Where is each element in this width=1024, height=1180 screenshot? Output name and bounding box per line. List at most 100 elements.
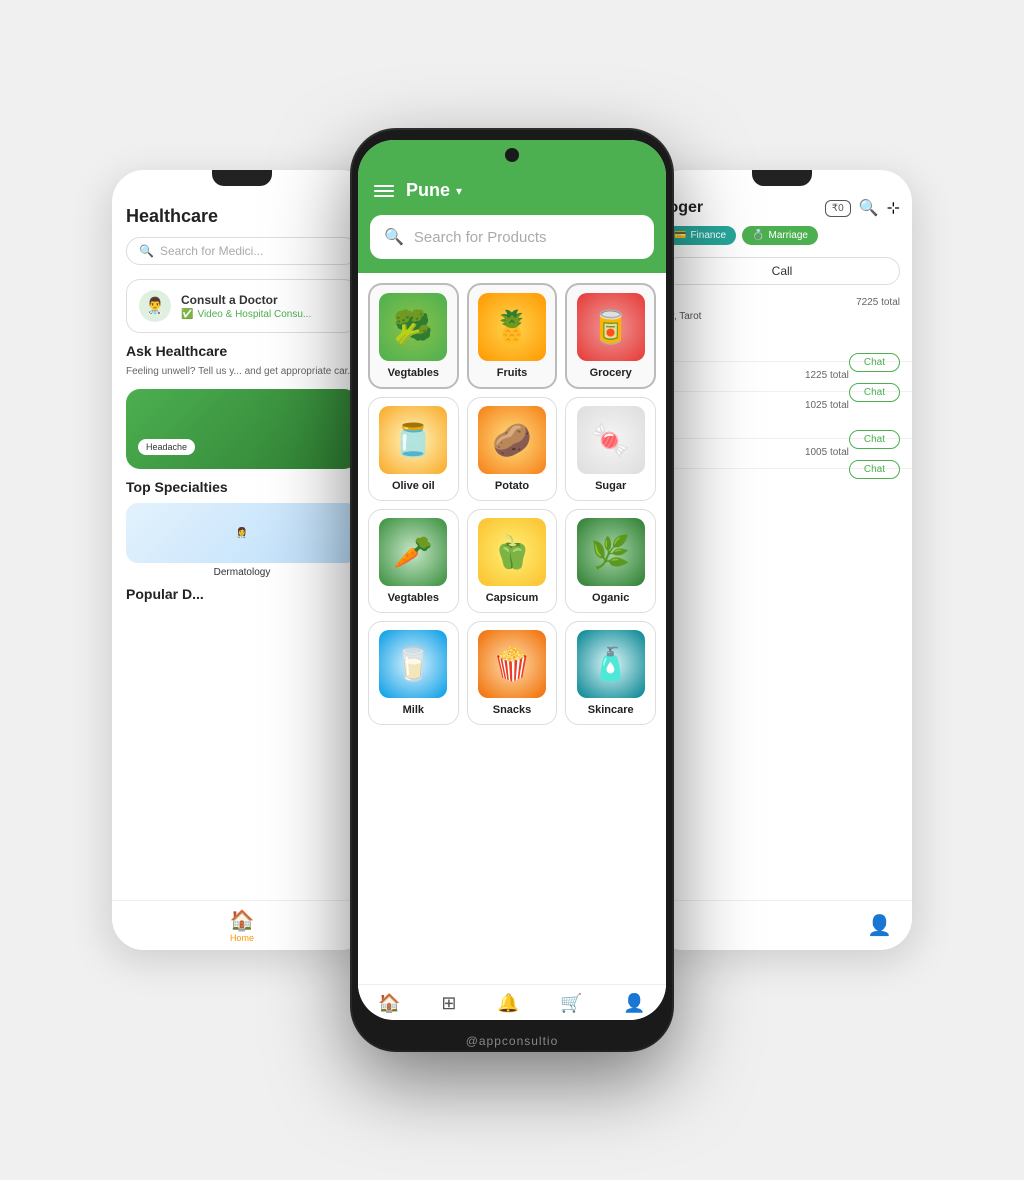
chat-btn-1[interactable]: Chat	[849, 353, 900, 372]
chat-btn-2[interactable]: Chat	[849, 383, 900, 402]
center-search-area: 🔍 Search for Products	[358, 215, 666, 273]
total-2: 1225 total	[805, 370, 849, 381]
vegetables-label: Vegtables	[388, 367, 439, 379]
fruits-image: 🍍	[478, 293, 546, 361]
product-row-1: 🥦 Vegtables 🍍 Fruits 🥫 Grocery	[368, 283, 656, 389]
home-icon: 🏠	[230, 908, 255, 933]
product-row-4: 🥛 Milk 🍿 Snacks 🧴 Skincare	[368, 621, 656, 725]
location-name: Pune	[406, 180, 450, 201]
product-card-oliveoil[interactable]: 🫙 Olive oil	[368, 397, 459, 501]
phone-left: Healthcare 🔍 Search for Medici... 👨‍⚕️ C…	[112, 170, 372, 950]
hamburger-line-1	[374, 185, 394, 187]
left-content: Healthcare 🔍 Search for Medici... 👨‍⚕️ C…	[112, 186, 372, 618]
left-notch	[212, 170, 272, 186]
organic-image: 🌿	[577, 518, 645, 586]
product-card-capsicum[interactable]: 🫑 Capsicum	[467, 509, 558, 613]
doctor-image-icon: 👩‍⚕️	[236, 528, 248, 539]
product-search-bar[interactable]: 🔍 Search for Products	[370, 215, 654, 259]
total-3: 1025 total	[805, 400, 849, 411]
product-card-vegtables2[interactable]: 🥕 Vegtables	[368, 509, 459, 613]
skincare-image: 🧴	[577, 630, 645, 698]
milk-image: 🥛	[379, 630, 447, 698]
center-bottom-nav: 🏠 ⊞ 🔔 🛒 👤	[358, 984, 666, 1020]
right-tags: 💳 Finance 💍 Marriage	[652, 226, 912, 253]
vegetables-image: 🥦	[379, 293, 447, 361]
grocery-label: Grocery	[590, 367, 632, 379]
left-search-bar[interactable]: 🔍 Search for Medici...	[126, 237, 358, 265]
chat-btn-4[interactable]: Chat	[849, 460, 900, 479]
snacks-image: 🍿	[478, 630, 546, 698]
popular-title: Popular D...	[126, 586, 358, 602]
right-notch	[752, 170, 812, 186]
product-card-potato[interactable]: 🥔 Potato	[467, 397, 558, 501]
finance-icon: 💳	[674, 230, 686, 241]
product-card-sugar[interactable]: 🍬 Sugar	[565, 397, 656, 501]
search-placeholder: Search for Products	[414, 229, 547, 246]
grocery-image: 🥫	[577, 293, 645, 361]
nav-bell-center[interactable]: 🔔	[497, 993, 519, 1014]
product-card-grocery[interactable]: 🥫 Grocery	[565, 283, 656, 389]
specialties-title: Top Specialties	[126, 479, 358, 495]
consult-card[interactable]: 👨‍⚕️ Consult a Doctor ✅ Video & Hospital…	[126, 279, 358, 333]
nav-home[interactable]: 🏠 Home	[230, 908, 255, 943]
desc-3: ot	[664, 413, 900, 426]
consult-sublabel: ✅ Video & Hospital Consu...	[181, 309, 311, 320]
milk-label: Milk	[403, 704, 424, 716]
phone-center-inner: Pune ▾ 🔍 Search for Products 🥦 Vegtables	[358, 140, 666, 1020]
notch-bar	[358, 140, 666, 170]
hamburger-line-2	[374, 190, 394, 192]
chevron-down-icon: ▾	[456, 184, 462, 198]
consult-label: Consult a Doctor	[181, 293, 311, 307]
nav-home-center[interactable]: 🏠	[378, 993, 400, 1014]
oliveoil-label: Olive oil	[392, 480, 435, 492]
snacks-label: Snacks	[493, 704, 532, 716]
right-bottom-nav: 👤	[652, 900, 912, 950]
search-icon: 🔍	[139, 244, 154, 258]
watermark: @appconsultio	[352, 1030, 672, 1050]
filter-icon[interactable]: ⊹	[887, 198, 900, 218]
product-card-snacks[interactable]: 🍿 Snacks	[467, 621, 558, 725]
phone-right: loger ₹0 🔍 ⊹ 💳 Finance 💍 Marriage Call 7…	[652, 170, 912, 950]
product-card-milk[interactable]: 🥛 Milk	[368, 621, 459, 725]
finance-tag[interactable]: 💳 Finance	[664, 226, 736, 245]
call-button[interactable]: Call	[664, 257, 900, 285]
product-row-3: 🥕 Vegtables 🫑 Capsicum 🌿 Oganic	[368, 509, 656, 613]
doctor-avatar: 👨‍⚕️	[139, 290, 171, 322]
check-icon: ✅	[181, 309, 193, 320]
vegtables2-image: 🥕	[379, 518, 447, 586]
product-row-2: 🫙 Olive oil 🥔 Potato 🍬 Sugar	[368, 397, 656, 501]
chat-item-1: 7225 total gy, Tarotshs Chat	[652, 289, 912, 362]
vegtables2-label: Vegtables	[388, 592, 439, 604]
left-bottom-nav: 🏠 Home	[112, 900, 372, 950]
chat-btn-3[interactable]: Chat	[849, 430, 900, 449]
location-row[interactable]: Pune ▾	[406, 180, 462, 201]
ask-description: Feeling unwell? Tell us y... and get app…	[126, 365, 358, 379]
nav-profile-center[interactable]: 👤	[623, 993, 645, 1014]
left-search-placeholder: Search for Medici...	[160, 244, 263, 258]
hamburger-menu[interactable]	[374, 185, 394, 197]
phone-center: Pune ▾ 🔍 Search for Products 🥦 Vegtables	[352, 130, 672, 1050]
nav-cart-center[interactable]: 🛒	[560, 993, 582, 1014]
search-icon-center: 🔍	[384, 227, 404, 247]
product-grid: 🥦 Vegtables 🍍 Fruits 🥫 Grocery	[358, 273, 666, 984]
desc-1: gy, Tarotshs	[664, 310, 900, 349]
product-card-vegetables[interactable]: 🥦 Vegtables	[368, 283, 459, 389]
headache-tag: Headache	[138, 439, 195, 455]
marriage-tag[interactable]: 💍 Marriage	[742, 226, 818, 245]
total-4: 1005 total	[805, 447, 849, 458]
capsicum-label: Capsicum	[486, 592, 539, 604]
product-card-organic[interactable]: 🌿 Oganic	[565, 509, 656, 613]
center-header: Pune ▾	[358, 170, 666, 215]
product-card-skincare[interactable]: 🧴 Skincare	[565, 621, 656, 725]
rupee-badge: ₹0	[825, 200, 851, 217]
person-icon-right[interactable]: 👤	[867, 913, 892, 938]
left-title: Healthcare	[126, 206, 358, 227]
specialties-image: 👩‍⚕️	[126, 503, 358, 563]
product-card-fruits[interactable]: 🍍 Fruits	[467, 283, 558, 389]
nav-grid-center[interactable]: ⊞	[441, 993, 456, 1014]
sugar-label: Sugar	[595, 480, 626, 492]
search-icon-right[interactable]: 🔍	[859, 198, 879, 218]
total-1: 7225 total	[856, 297, 900, 308]
scene: Healthcare 🔍 Search for Medici... 👨‍⚕️ C…	[112, 90, 912, 1090]
marriage-icon: 💍	[752, 230, 764, 241]
